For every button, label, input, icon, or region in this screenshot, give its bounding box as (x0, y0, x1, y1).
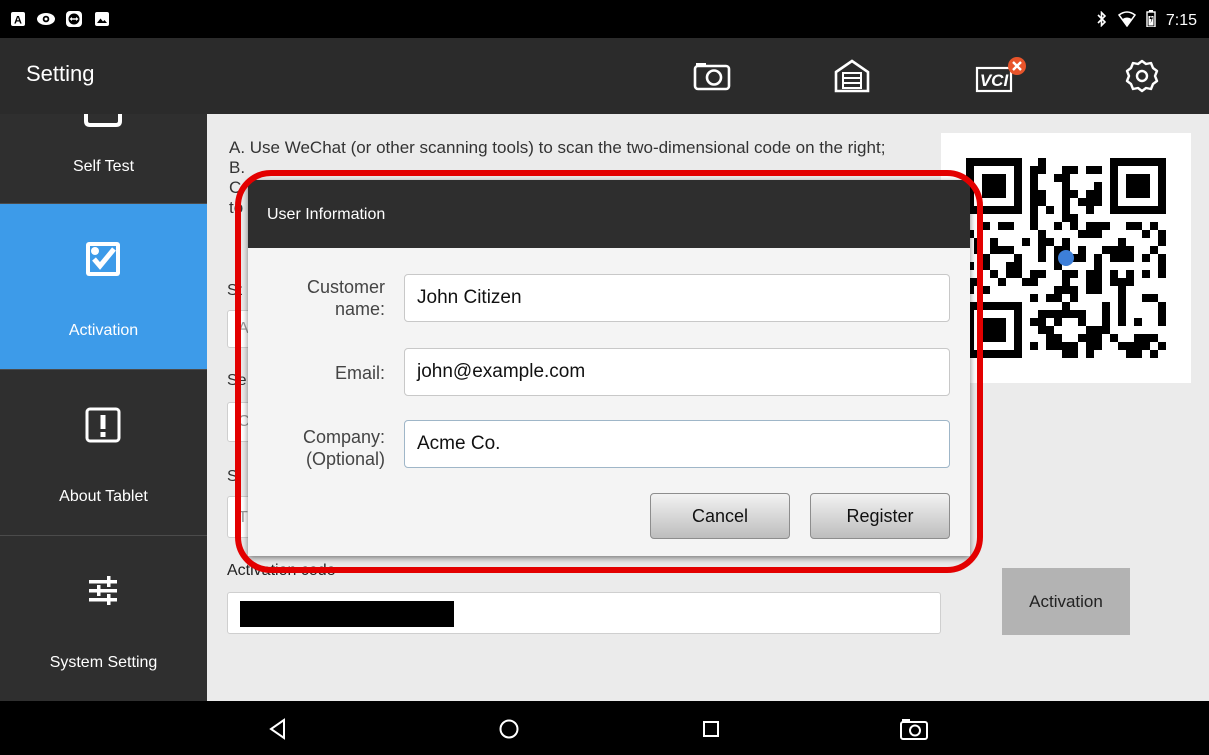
eye-icon (36, 9, 56, 29)
company-label-line2: (Optional) (305, 449, 385, 469)
garage-icon[interactable] (830, 56, 874, 96)
company-input[interactable]: Acme Co. (404, 420, 950, 468)
recents-icon[interactable] (696, 714, 726, 744)
email-label: Email: (334, 363, 385, 383)
register-button[interactable]: Register (810, 493, 950, 539)
navigation-bar (0, 701, 1209, 755)
email-input[interactable]: john@example.com (404, 348, 950, 396)
wifi-icon (1117, 10, 1136, 32)
exclamation-icon (78, 400, 128, 450)
page-title: Setting (26, 61, 95, 86)
partial-label-2: Se (227, 372, 247, 389)
partial-field-3-value: T (238, 509, 248, 526)
dialog-title: User Information (248, 180, 970, 248)
bluetooth-icon (1096, 10, 1108, 32)
qr-code (941, 133, 1191, 383)
vci-status-icon[interactable]: VCI (970, 56, 1030, 96)
screenshot-icon[interactable] (896, 714, 932, 744)
sidebar-item-label: Activation (68, 322, 139, 339)
activation-icon (78, 234, 128, 284)
vci-label: VCI (980, 71, 1010, 90)
back-icon[interactable] (263, 714, 293, 744)
instruction-a: A. Use WeChat (or other scanning tools) … (229, 138, 886, 157)
partial-label-3: Si (227, 468, 242, 485)
sidebar-item-label: About Tablet (59, 488, 148, 505)
teamviewer-icon (64, 9, 84, 29)
sliders-icon (78, 566, 128, 616)
home-icon[interactable] (494, 714, 524, 744)
clock-time: 7:15 (1165, 12, 1197, 29)
svg-text:A: A (14, 15, 22, 27)
sidebar-item-self-test[interactable]: Self Test (0, 114, 207, 204)
activation-code-input[interactable] (227, 592, 941, 634)
a-icon: A (8, 9, 28, 29)
partial-label-1: St (227, 282, 243, 299)
customer-name-label: Customer name: (307, 276, 385, 320)
sidebar-item-system-setting[interactable]: System Setting (0, 536, 207, 701)
app-toolbar: Setting VCI (0, 38, 1209, 114)
customer-name-label-line2: name: (334, 299, 385, 319)
redacted-value (240, 601, 454, 627)
customer-name-label-line1: Customer (306, 277, 385, 297)
company-label: Company: (Optional) (303, 426, 385, 470)
status-bar: A 7:15 (0, 0, 1209, 38)
sidebar-item-label: System Setting (49, 654, 158, 671)
self-test-icon (78, 114, 128, 148)
user-information-dialog: User Information Customer name: John Cit… (248, 180, 970, 556)
cancel-button[interactable]: Cancel (650, 493, 790, 539)
sidebar: Self Test Activation About Tablet System… (0, 114, 207, 701)
sidebar-item-about-tablet[interactable]: About Tablet (0, 370, 207, 536)
sidebar-item-activation[interactable]: Activation (0, 204, 207, 370)
company-label-line1: Company: (302, 427, 385, 447)
instruction-b: B. (229, 158, 246, 177)
camera-icon[interactable] (690, 56, 734, 96)
activation-code-label: Activation code (227, 562, 336, 579)
battery-icon (1146, 10, 1156, 32)
activation-button[interactable]: Activation (1002, 568, 1130, 635)
image-icon (92, 9, 112, 29)
gear-icon[interactable] (1120, 56, 1164, 96)
customer-name-input[interactable]: John Citizen (404, 274, 950, 322)
sidebar-item-label: Self Test (72, 158, 135, 175)
